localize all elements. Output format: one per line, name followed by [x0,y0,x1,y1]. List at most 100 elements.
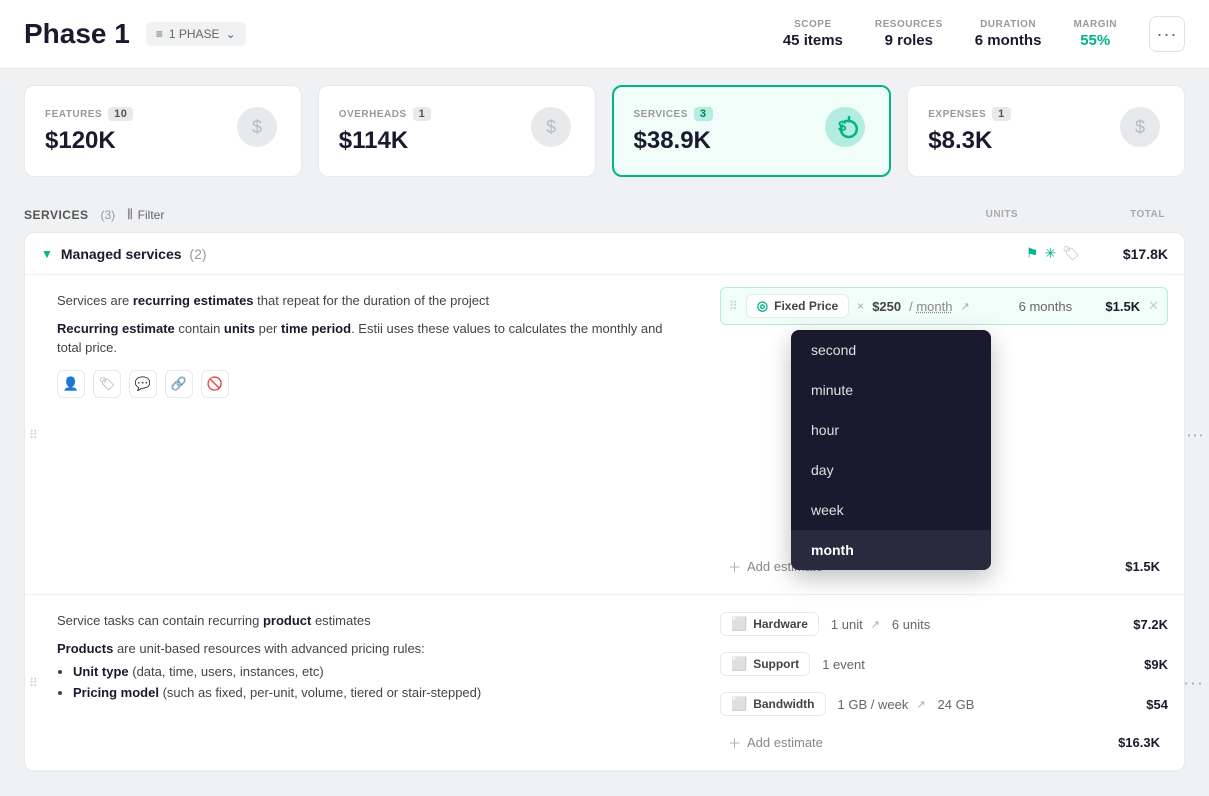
features-card-type: FEATURES 10 [45,107,133,121]
dropdown-item-day[interactable]: day [791,450,991,490]
add-estimate-2[interactable]: ＋ Add estimate $16.3K [720,727,1168,758]
estimate-period: / month [909,299,952,314]
services-section-count: (3) [100,208,115,222]
margin-label: MARGIN [1073,19,1117,30]
fixed-price-badge[interactable]: ◎ Fixed Price [746,294,849,318]
period-dropdown[interactable]: second minute hour day week month [791,330,991,570]
features-amount: $120K [45,127,133,155]
page-title: Phase 1 [24,18,130,50]
features-card[interactable]: FEATURES 10 $120K $ [24,85,302,177]
services-icon: $ [821,103,869,159]
expenses-amount: $8.3K [928,127,1011,155]
add-icon-1: ＋ [728,557,741,576]
dropdown-item-hour[interactable]: hour [791,410,991,450]
hardware-total: $7.2K [1108,617,1168,632]
support-total: $9K [1108,657,1168,672]
estimate-amount: $250 [872,299,901,314]
phase-badge-label: 1 PHASE [169,27,220,41]
phase-list-icon: ≡ [156,27,163,41]
hardware-badge[interactable]: ⬜ Hardware [720,612,819,636]
services-amount: $38.9K [634,127,713,155]
service-desc-3: Service tasks can contain recurring prod… [57,611,684,631]
estimate-line-1: ⠿ ◎ Fixed Price × $250 / month ↗ 6 month… [720,287,1168,325]
bandwidth-badge[interactable]: ⬜ Bandwidth [720,692,826,716]
margin-stat: MARGIN 55% [1073,19,1117,49]
overheads-card-type: OVERHEADS 1 [339,107,431,121]
expenses-icon: $ [1116,103,1164,159]
star-icon[interactable]: ✳ [1044,245,1056,262]
svg-text:$: $ [252,117,262,137]
drag-handle-icon[interactable]: ⠿ [29,428,38,442]
managed-services-group-row[interactable]: ▼ Managed services (2) ⚑ ✳ 🏷 $17.8K [25,233,1184,275]
duration-label: DURATION [975,19,1042,30]
filter-button[interactable]: ⫼ Filter [127,207,164,222]
section-header: SERVICES (3) ⫼ Filter UNITS TOTAL [24,193,1185,232]
product-line-support: ⬜ Support 1 event $9K [720,647,1168,681]
duration-stat: DURATION 6 months [975,19,1042,49]
add-estimate-total-1: $1.5K [1125,559,1160,574]
hardware-duration: 6 units [892,617,930,632]
product-box-icon-2: ⬜ [731,656,747,672]
group-name: Managed services (2) [61,246,1018,262]
service-row-1-right: ⠿ ◎ Fixed Price × $250 / month ↗ 6 month… [704,275,1184,594]
product-box-icon-3: ⬜ [731,696,747,712]
product-line-bandwidth: ⬜ Bandwidth 1 GB / week ↗ 24 GB $54 [720,687,1168,721]
cards-row: FEATURES 10 $120K $ OVERHEADS 1 $114K [0,69,1209,193]
add-icon-2: ＋ [728,733,741,752]
add-estimate-total-2: $16.3K [1118,735,1160,750]
overheads-card[interactable]: OVERHEADS 1 $114K $ [318,85,596,177]
more-button[interactable]: ··· [1149,16,1185,52]
dropdown-item-minute[interactable]: minute [791,370,991,410]
row-more-icon-2[interactable]: ··· [1183,672,1204,693]
bandwidth-duration: 24 GB [938,697,975,712]
service-desc-2: Recurring estimate contain units per tim… [57,319,684,358]
services-card-type: SERVICES 3 [634,107,713,121]
services-table: ▼ Managed services (2) ⚑ ✳ 🏷 $17.8K ⠿ Se… [24,232,1185,772]
multiply-icon: × [857,299,864,313]
scope-value: 45 items [783,32,843,49]
flag-icon[interactable]: ⚑ [1026,245,1039,262]
expenses-card[interactable]: EXPENSES 1 $8.3K $ [907,85,1185,177]
dropdown-item-month[interactable]: month [791,530,991,570]
drag-handle-icon-2[interactable]: ⠿ [29,676,38,690]
product-line-hardware: ⬜ Hardware 1 unit ↗ 6 units $7.2K [720,607,1168,641]
service-row-2: ⠿ Service tasks can contain recurring pr… [25,595,1184,771]
duration-value: 6 months [975,32,1042,49]
phase-badge[interactable]: ≡ 1 PHASE ⌄ [146,22,246,46]
total-col-header: TOTAL [1130,209,1165,220]
group-total: $17.8K [1088,246,1168,262]
resources-value: 9 roles [875,32,943,49]
service-actions-1: 👤 🏷 💬 🔗 🚫 [57,370,684,398]
dropdown-item-second[interactable]: second [791,330,991,370]
overheads-amount: $114K [339,127,431,155]
row-more-icon-1[interactable]: ··· [1186,424,1204,445]
resources-stat: RESOURCES 9 roles [875,19,943,49]
margin-value: 55% [1073,32,1117,49]
dropdown-item-week[interactable]: week [791,490,991,530]
bullet-item-2: Pricing model (such as fixed, per-unit, … [73,685,684,700]
label-icon[interactable]: 🏷 [93,370,121,398]
close-estimate-icon[interactable]: ✕ [1148,298,1159,314]
block-icon[interactable]: 🚫 [201,370,229,398]
bandwidth-units: 1 GB / week [838,697,909,712]
services-section-title: SERVICES [24,208,88,222]
filter-icon: ⫼ [127,207,133,222]
tag-icon[interactable]: 🏷 [1062,245,1080,262]
comment-icon[interactable]: 💬 [129,370,157,398]
group-chevron-icon[interactable]: ▼ [41,247,53,261]
support-badge[interactable]: ⬜ Support [720,652,810,676]
units-col-header: UNITS [986,209,1019,220]
svg-text:$: $ [545,117,555,137]
support-units: 1 event [822,657,865,672]
product-box-icon: ⬜ [731,616,747,632]
user-icon[interactable]: 👤 [57,370,85,398]
bullet-list: Unit type (data, time, users, instances,… [57,664,684,700]
link-icon[interactable]: 🔗 [165,370,193,398]
estimate-total-1: $1.5K [1080,299,1140,314]
expenses-card-type: EXPENSES 1 [928,107,1011,121]
service-badge-icon: ◎ [757,298,768,314]
overheads-icon: $ [527,103,575,159]
services-card[interactable]: SERVICES 3 $38.9K $ [612,85,892,177]
bandwidth-total: $54 [1108,697,1168,712]
estimate-drag-icon[interactable]: ⠿ [729,299,738,313]
